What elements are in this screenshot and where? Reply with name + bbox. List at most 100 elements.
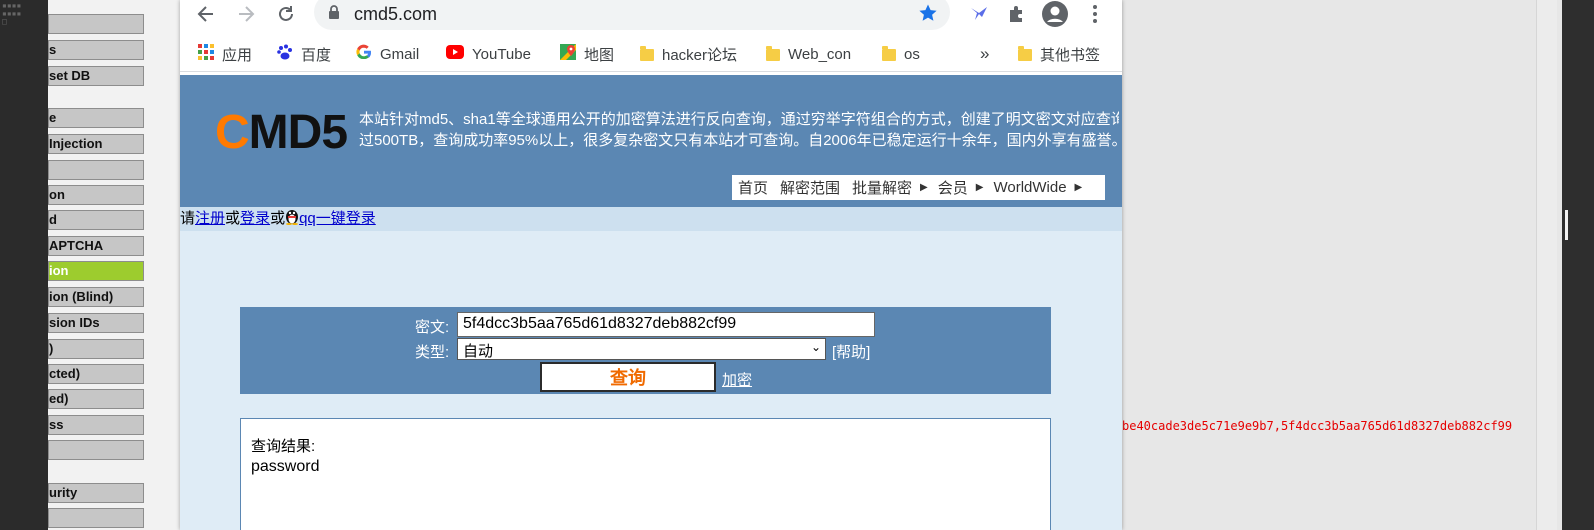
hash-output-text: be40cade3de5c71e9e9b7,5f4dcc3b5aa765d61d… xyxy=(1122,419,1513,433)
menu-dots-icon[interactable] xyxy=(1082,1,1108,27)
lock-icon xyxy=(328,5,340,24)
background-app-left: ▪▪▪▪ ▪▪▪▪ □ s set DB e Injection on d APTC… xyxy=(0,0,180,530)
background-app-right: be40cade3de5c71e9e9b7,5f4dcc3b5aa765d61d… xyxy=(1122,0,1594,530)
query-form: 密文: 5f4dcc3b5aa765d61d8327deb882cf99 类型:… xyxy=(240,307,1051,394)
folder-icon xyxy=(640,46,654,61)
menu-item[interactable]: s xyxy=(48,40,144,60)
bookmark-maps[interactable]: 地图 xyxy=(560,42,614,66)
or-text: 或 xyxy=(270,210,286,227)
maps-icon xyxy=(560,44,576,64)
profile-avatar-icon[interactable] xyxy=(1042,1,1068,27)
top-nav: 首页 解密范围 批量解密 ▶ 会员 ▶ WorldWide ▶ xyxy=(732,175,1105,200)
bookmark-label: hacker论坛 xyxy=(662,46,738,64)
url-text[interactable]: cmd5.com xyxy=(354,4,437,25)
browser-window: cmd5.com 应用 百度 Gmail YouTube 地图 hacker论坛… xyxy=(180,0,1122,530)
login-prefix: 请 xyxy=(180,210,196,227)
menu-item[interactable]: d xyxy=(48,210,144,230)
cipher-input[interactable]: 5f4dcc3b5aa765d61d8327deb882cf99 xyxy=(457,312,875,337)
caret-right-icon: ▶ xyxy=(975,182,984,193)
nav-member[interactable]: 会员 xyxy=(938,177,968,198)
nav-worldwide[interactable]: WorldWide xyxy=(993,179,1066,196)
address-bar[interactable]: cmd5.com xyxy=(314,0,950,30)
register-link[interactable]: 注册 xyxy=(195,210,225,227)
nav-scope[interactable]: 解密范围 xyxy=(780,177,840,198)
extension-bird-icon[interactable] xyxy=(966,1,992,27)
reload-icon xyxy=(279,6,293,21)
forward-button[interactable] xyxy=(232,0,260,28)
bookmark-label: Gmail xyxy=(380,45,420,63)
result-label: 查询结果: xyxy=(251,438,316,455)
folder-icon xyxy=(1018,46,1032,61)
intro-line: 本站针对md5、sha1等全球通用公开的加密算法进行反向查询，通过穷举字符组合的… xyxy=(359,111,1119,128)
extensions-puzzle-icon[interactable] xyxy=(1004,1,1030,27)
folder-icon xyxy=(766,46,780,61)
bookmark-folder-hacker[interactable]: hacker论坛 xyxy=(640,42,737,66)
back-arrow-icon xyxy=(197,6,213,22)
menu-item[interactable]: urity xyxy=(48,483,144,503)
bookmark-gmail[interactable]: Gmail xyxy=(356,42,419,66)
bookmark-other[interactable]: 其他书签 xyxy=(1018,42,1100,66)
menu-item[interactable]: ) xyxy=(48,339,144,359)
result-box: 查询结果: password xyxy=(240,418,1051,530)
bookmark-apps[interactable]: 应用 xyxy=(198,42,252,66)
help-link[interactable]: [帮助] xyxy=(832,341,870,362)
nav-home[interactable]: 首页 xyxy=(738,177,768,198)
bookmark-folder-webcon[interactable]: Web_con xyxy=(766,42,851,66)
bookmarks-bar: 应用 百度 Gmail YouTube 地图 hacker论坛 Web_con xyxy=(180,37,1122,72)
browser-toolbar: cmd5.com xyxy=(180,0,1122,31)
menu-item[interactable]: e xyxy=(48,108,144,128)
bookmark-label: 应用 xyxy=(222,46,253,64)
google-g-icon xyxy=(356,44,372,64)
qq-login-link[interactable]: qq一键登录 xyxy=(299,210,376,227)
menu-item[interactable]: ss xyxy=(48,415,144,435)
bookmark-label: os xyxy=(904,45,920,63)
login-bar: 请注册或登录或 qq一键登录 xyxy=(180,207,1122,231)
folder-icon xyxy=(882,46,896,61)
menu-item[interactable]: ed) xyxy=(48,389,144,409)
menu-item[interactable] xyxy=(48,160,144,180)
caret-right-icon: ▶ xyxy=(920,182,928,193)
nav-batch[interactable]: 批量解密 xyxy=(852,177,912,198)
chevron-down-icon: ⌄ xyxy=(810,340,821,354)
window-glyphs: ▪▪▪▪ ▪▪▪▪ □ xyxy=(2,1,22,26)
bookmark-label: 地图 xyxy=(584,46,615,64)
cmd5-logo[interactable]: CMD5 xyxy=(215,105,348,160)
site-header: CMD5 本站针对md5、sha1等全球通用公开的加密算法进行反向查询，通过穷举… xyxy=(180,75,1122,207)
bookmark-youtube[interactable]: YouTube xyxy=(446,42,531,66)
page-content: CMD5 本站针对md5、sha1等全球通用公开的加密算法进行反向查询，通过穷举… xyxy=(180,75,1122,530)
menu-item-active[interactable]: ion xyxy=(48,261,144,281)
menu-item[interactable]: cted) xyxy=(48,364,144,384)
bookmark-label: Web_con xyxy=(788,45,852,63)
bookmark-label: 其他书签 xyxy=(1040,46,1101,64)
site-intro: 本站针对md5、sha1等全球通用公开的加密算法进行反向查询，通过穷举字符组合的… xyxy=(359,109,1119,151)
menu-item[interactable] xyxy=(48,14,144,34)
edge-mark xyxy=(1565,210,1568,240)
bookmark-folder-os[interactable]: os xyxy=(882,42,920,66)
menu-item[interactable]: Injection xyxy=(48,134,144,154)
back-button[interactable] xyxy=(192,0,220,28)
menu-item[interactable]: APTCHA xyxy=(48,236,144,256)
qq-penguin-icon xyxy=(285,207,299,225)
menu-item[interactable]: on xyxy=(48,185,144,205)
login-link[interactable]: 登录 xyxy=(240,210,270,227)
query-button[interactable]: 查询 xyxy=(540,362,716,392)
bookmark-label: 百度 xyxy=(301,46,332,64)
bookmark-baidu[interactable]: 百度 xyxy=(277,42,331,66)
bookmarks-more-button[interactable]: » xyxy=(980,42,989,66)
cipher-label: 密文: xyxy=(415,319,450,336)
bookmark-star-icon[interactable] xyxy=(918,3,938,28)
menu-item[interactable]: sion IDs xyxy=(48,313,144,333)
encrypt-link[interactable]: 加密 xyxy=(722,369,752,390)
type-select-value: 自动 xyxy=(463,343,494,360)
scrollbar[interactable] xyxy=(1536,0,1557,530)
reload-button[interactable] xyxy=(272,0,300,28)
apps-grid-icon xyxy=(198,44,214,64)
menu-item[interactable]: set DB xyxy=(48,66,144,86)
menu-item[interactable] xyxy=(48,440,144,460)
or-text: 或 xyxy=(225,210,241,227)
forward-arrow-icon xyxy=(239,6,255,22)
menu-item[interactable]: ion (Blind) xyxy=(48,287,144,307)
type-select[interactable]: 自动 ⌄ xyxy=(457,338,826,360)
bookmark-label: YouTube xyxy=(472,45,531,63)
menu-item[interactable] xyxy=(48,508,144,528)
